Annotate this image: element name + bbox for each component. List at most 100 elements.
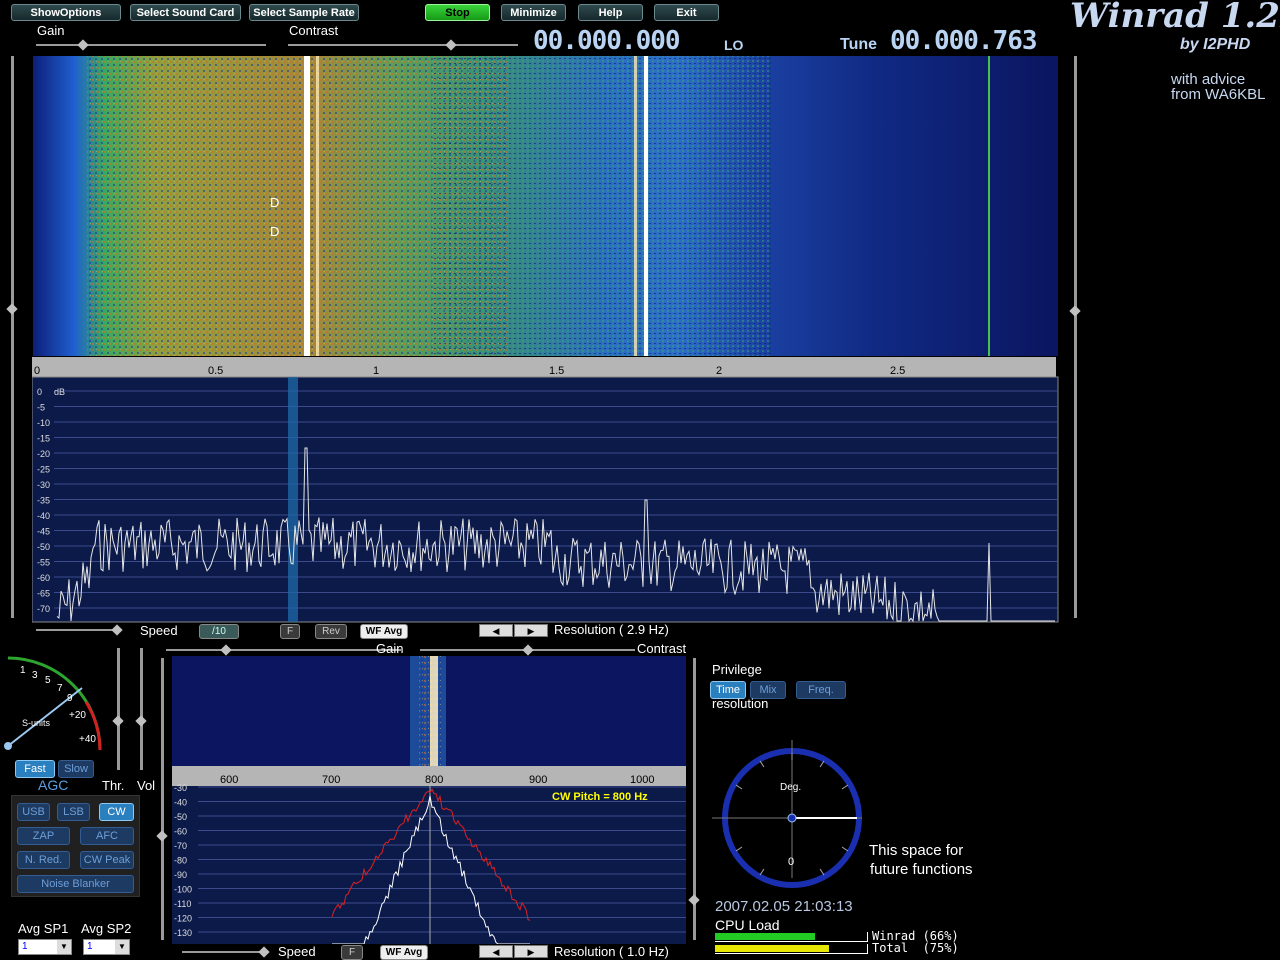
- noise-reduction-button[interactable]: N. Red.: [17, 851, 70, 869]
- chevron-down-icon[interactable]: ▼: [57, 940, 71, 954]
- spectrum-db-tick: -45: [37, 527, 50, 537]
- cpu-winrad-fill: [715, 933, 816, 940]
- audio-db-tick: -130: [174, 928, 192, 938]
- contrast-slider-knob[interactable]: [445, 39, 457, 51]
- lsb-button[interactable]: LSB: [57, 803, 90, 821]
- volume-slider-knob[interactable]: [135, 715, 147, 727]
- spectrum-db-tick: -10: [37, 418, 50, 428]
- audio-speed-slider-knob[interactable]: [258, 946, 270, 958]
- spectrum-db-tick: -55: [37, 558, 50, 568]
- audio-right-slider-knob[interactable]: [688, 894, 700, 906]
- audio-db-tick: -100: [174, 885, 192, 895]
- main-display[interactable]: D D 0 0.5 1 1.5 2 2.5 0 -5 -10 -15 -20 -25 -30 -35 -4…: [32, 55, 1059, 623]
- audio-spectrum-plot[interactable]: [172, 786, 686, 944]
- audio-db-tick: -70: [174, 841, 187, 851]
- phase-scope: Deg. 0: [712, 740, 862, 888]
- avg-sp2-label: Avg SP2: [81, 921, 132, 936]
- agc-slow-button[interactable]: Slow: [58, 760, 94, 778]
- select-sample-rate-button[interactable]: Select Sample Rate: [249, 4, 359, 21]
- privilege-freq-button[interactable]: Freq.: [796, 681, 846, 699]
- minimize-button[interactable]: Minimize: [501, 4, 566, 21]
- agc-fast-button[interactable]: Fast: [15, 760, 55, 778]
- privilege-label: Privilege: [712, 662, 762, 677]
- resolution-left-arrow[interactable]: ◀: [479, 624, 513, 637]
- audio-db-tick: -30: [174, 783, 187, 793]
- audio-contrast-label: Contrast: [637, 641, 687, 656]
- audio-axis-tick: 600: [220, 774, 238, 786]
- zap-button[interactable]: ZAP: [17, 827, 70, 845]
- exit-button[interactable]: Exit: [654, 4, 719, 21]
- audio-db-tick: -80: [174, 856, 187, 866]
- right-panel-slider[interactable]: [1074, 56, 1077, 618]
- waterfall-axis-tick: 2: [716, 365, 722, 377]
- contrast-label: Contrast: [289, 23, 339, 38]
- stop-button[interactable]: Stop: [425, 4, 490, 21]
- tune-label: Tune: [840, 36, 878, 53]
- s-meter-scale-label: +20: [69, 710, 86, 721]
- cpu-total-fill: [715, 945, 829, 952]
- afc-button[interactable]: AFC: [80, 827, 134, 845]
- speed-div-button[interactable]: /10: [199, 624, 239, 639]
- waterfall-carrier-line: [304, 56, 310, 356]
- spectrum-db-tick: -15: [37, 434, 50, 444]
- audio-f-button[interactable]: F: [341, 945, 363, 960]
- audio-gain-slider-track[interactable]: [166, 649, 401, 651]
- speed-slider-track[interactable]: [36, 629, 121, 631]
- author-label: by I2PHD: [1180, 36, 1251, 53]
- resolution-right-arrow[interactable]: ▶: [514, 624, 548, 637]
- cw-button[interactable]: CW: [99, 803, 134, 821]
- right-panel-slider-knob[interactable]: [1069, 305, 1081, 317]
- advice-line2: from WA6KBL: [1171, 86, 1266, 103]
- audio-speed-slider-track[interactable]: [182, 951, 267, 953]
- avg-sp2-select[interactable]: 1 ▼: [83, 939, 130, 955]
- f-button[interactable]: F: [280, 624, 300, 639]
- audio-axis-tick: 800: [425, 774, 443, 786]
- waterfall-axis-tick: 0.5: [208, 365, 223, 377]
- speed-slider-knob[interactable]: [111, 624, 123, 636]
- avg-sp1-label: Avg SP1: [18, 921, 69, 936]
- audio-contrast-slider-knob[interactable]: [522, 644, 534, 656]
- tuning-band-marker[interactable]: [288, 377, 298, 622]
- avg-sp1-select[interactable]: 1 ▼: [18, 939, 72, 955]
- tune-frequency-display[interactable]: 00.000.763: [890, 26, 1038, 56]
- audio-left-slider-knob[interactable]: [156, 830, 168, 842]
- left-panel-slider-knob[interactable]: [6, 303, 18, 315]
- spectrum-db-tick: -5: [37, 403, 45, 413]
- select-sound-card-button[interactable]: Select Sound Card: [130, 4, 241, 21]
- gain-slider-track[interactable]: [36, 44, 266, 46]
- contrast-slider-track[interactable]: [288, 44, 518, 46]
- gain-slider-knob[interactable]: [77, 39, 89, 51]
- cpu-total-bar: [715, 944, 868, 954]
- privilege-resolution-label: resolution: [712, 696, 769, 711]
- lo-frequency-display[interactable]: 00.000.000: [533, 26, 681, 56]
- help-button[interactable]: Help: [578, 4, 643, 21]
- audio-resolution-left-arrow[interactable]: ◀: [479, 945, 513, 958]
- audio-gain-slider-knob[interactable]: [220, 644, 232, 656]
- noise-blanker-button[interactable]: Noise Blanker: [17, 875, 134, 893]
- avg-sp1-value: 1: [22, 941, 28, 952]
- cw-peak-button[interactable]: CW Peak: [80, 851, 134, 869]
- audio-left-slider[interactable]: [161, 658, 164, 940]
- wf-avg-button[interactable]: WF Avg: [360, 624, 408, 639]
- spectrum-db-tick: 0: [37, 387, 42, 397]
- resolution-label: Resolution ( 2.9 Hz): [554, 622, 669, 637]
- threshold-slider-knob[interactable]: [112, 715, 124, 727]
- usb-button[interactable]: USB: [17, 803, 50, 821]
- cpu-load-label: CPU Load: [715, 917, 780, 933]
- volume-slider[interactable]: [140, 648, 143, 770]
- audio-display[interactable]: 600 700 800 900 1000 -30 -40 -50 -60 -70 -80 -90 -1…: [172, 656, 686, 944]
- left-panel-slider[interactable]: [11, 56, 14, 618]
- audio-speed-label: Speed: [278, 944, 316, 959]
- spectrum-db-tick: -35: [37, 496, 50, 506]
- lo-label: LO: [724, 37, 744, 53]
- audio-wf-avg-button[interactable]: WF Avg: [380, 945, 428, 960]
- audio-axis-tick: 700: [322, 774, 340, 786]
- rev-button[interactable]: Rev: [315, 624, 347, 639]
- audio-resolution-right-arrow[interactable]: ▶: [514, 945, 548, 958]
- future-functions-line2: future functions: [870, 861, 973, 878]
- app-title: Winrad 1.22: [1070, 0, 1280, 36]
- chevron-down-icon[interactable]: ▼: [115, 940, 129, 954]
- threshold-slider[interactable]: [117, 648, 120, 770]
- show-options-button[interactable]: ShowOptions: [11, 4, 121, 21]
- threshold-label: Thr.: [102, 778, 125, 793]
